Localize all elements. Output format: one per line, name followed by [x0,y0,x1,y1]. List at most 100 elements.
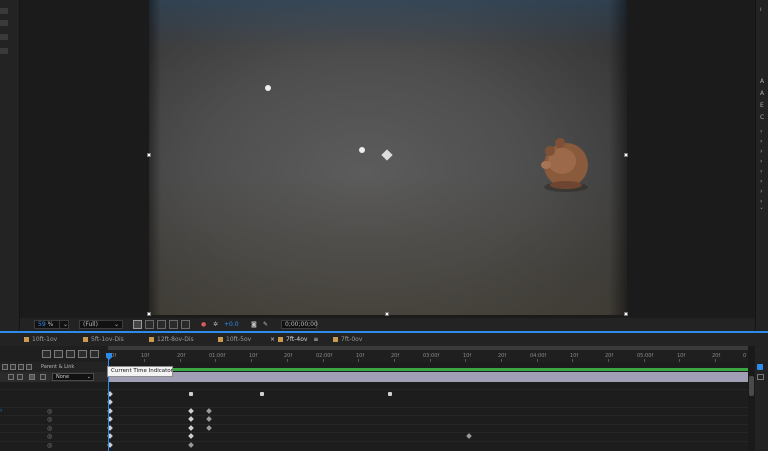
tab-12ft-8ov-dis[interactable]: 12ft-8ov-Dis [149,336,194,343]
stopwatch-icon[interactable]: ◎ [47,417,52,423]
parent-dropdown[interactable]: None ⌄ [52,373,94,381]
shy-layers-icon[interactable] [66,350,75,358]
frame-vignette [609,0,627,315]
property-row[interactable] [0,389,755,397]
keyframe-icon[interactable] [189,392,193,396]
frame-floor [149,175,627,315]
close-icon[interactable]: × [270,336,275,343]
stopwatch-icon[interactable]: ◎ [47,434,52,440]
keyframe-icon[interactable] [260,392,264,396]
mask-visibility-icon[interactable] [169,320,178,329]
transform-handle[interactable] [147,312,151,316]
timecode-display[interactable]: 0;00;00;00 [281,320,318,329]
visibility-eye-icon[interactable] [8,374,14,380]
chevron-down-icon: ⌄ [86,374,91,380]
chevron-right-icon[interactable]: › [760,178,762,185]
panel-item[interactable] [0,34,8,40]
exposure-value[interactable]: +0.0 [224,320,239,329]
panel-glyph: A [760,90,765,97]
chevron-right-icon[interactable]: › [760,158,762,165]
property-row[interactable]: ◎ [0,407,755,415]
property-row[interactable]: ◎ [0,441,755,449]
work-area-bar[interactable] [108,346,748,350]
time-navigator-end-icon[interactable] [757,364,763,370]
transform-handle[interactable] [147,153,151,157]
properties-panel: ı A A E C › › › › › › › › ˇ [755,0,768,331]
quality-switch-icon[interactable] [17,374,23,380]
chevron-down-icon: ⌄ [113,321,119,328]
comp-mini-flowchart-icon[interactable] [42,350,51,358]
label-color-icon[interactable] [29,374,35,380]
transform-handle[interactable] [624,312,628,316]
panel-glyph: ı [760,6,762,13]
tab-label: 12ft-8ov-Dis [157,336,194,343]
parent-pickwhip-icon[interactable] [40,374,46,380]
transform-handle[interactable] [624,153,628,157]
tab-7ft-4ov[interactable]: × 7ft-4ov ≡ [267,336,323,347]
expand-twirl-icon[interactable]: › [0,407,2,414]
parent-value: None [56,374,70,380]
panel-item[interactable] [0,20,8,26]
chevron-right-icon[interactable]: › [760,168,762,175]
tab-10ft-1ov[interactable]: 10ft-1ov [24,336,57,343]
tick-label: 20f [177,353,186,359]
panel-item[interactable] [0,48,8,54]
grid-icon[interactable] [157,320,166,329]
tab-7ft-0ov[interactable]: 7ft-0ov [333,336,362,343]
tab-10ft-5ov[interactable]: 10ft-5ov [218,336,251,343]
video-switch-icon[interactable] [2,364,8,370]
scroll-thumb[interactable] [749,376,754,396]
transform-handle[interactable] [385,312,389,316]
layer-duration-bar[interactable] [108,372,748,382]
work-area-bar[interactable] [108,368,748,371]
frame-vignette [149,0,161,315]
chevron-right-icon[interactable]: › [760,198,762,205]
label-color-icon [24,337,29,342]
draft-3d-icon[interactable] [54,350,63,358]
menu-icon[interactable]: ≡ [313,336,318,343]
property-row[interactable]: ◎ [0,424,755,432]
motion-blur-icon[interactable] [90,350,99,358]
cti-tooltip: Current Time Indicator [107,366,173,377]
chevron-right-icon[interactable]: › [760,188,762,195]
panel-glyph: E [760,102,764,109]
mask-point[interactable] [265,85,271,91]
comp-button-icon[interactable] [757,374,764,380]
region-of-interest-icon[interactable] [133,320,142,329]
chevron-down-icon[interactable]: ˇ [760,208,763,215]
zoom-chevron-icon[interactable]: ⌄ [59,320,69,329]
layer-row[interactable]: None ⌄ [0,372,108,382]
timeline-side-panel [755,346,768,451]
tick-label: 20f [391,353,400,359]
stopwatch-icon[interactable]: ◎ [47,443,52,449]
chevron-right-icon[interactable]: › [760,148,762,155]
frame-blending-icon[interactable] [78,350,87,358]
mask-point[interactable] [359,147,365,153]
chevron-right-icon[interactable]: › [760,128,762,135]
transparency-grid-icon[interactable] [145,320,154,329]
guides-icon[interactable] [181,320,190,329]
color-settings-icon[interactable]: ✲ [213,320,218,329]
timeline-scrollbar[interactable] [748,346,755,451]
tab-label: 10ft-5ov [226,336,252,343]
solo-switch-icon[interactable] [18,364,24,370]
keyframe-icon[interactable] [388,392,392,396]
project-panel [0,0,20,331]
chevron-right-icon[interactable]: › [760,138,762,145]
panel-item[interactable] [0,8,8,14]
lock-switch-icon[interactable] [26,364,32,370]
snapshot-icon[interactable]: ◙ [251,320,257,329]
color-channel-icon[interactable]: ● [201,320,206,329]
timecode-value: 0;00;00;00 [285,321,318,328]
tick-label: 01:00f [209,353,226,359]
property-row[interactable]: ◎ [0,415,755,423]
property-row[interactable]: ◎ [0,432,755,440]
zoom-dropdown[interactable]: 59 % [34,320,60,329]
audio-switch-icon[interactable] [10,364,16,370]
resolution-value: (Full) [83,321,98,328]
show-channel-icon[interactable]: ✎ [263,320,268,329]
tab-5ft-1ov-dis[interactable]: 5ft-1ov-Dis [83,336,124,343]
resolution-dropdown[interactable]: (Full) ⌄ [79,320,123,329]
tick-label: 0 [743,353,747,359]
frame-tint [149,0,627,50]
